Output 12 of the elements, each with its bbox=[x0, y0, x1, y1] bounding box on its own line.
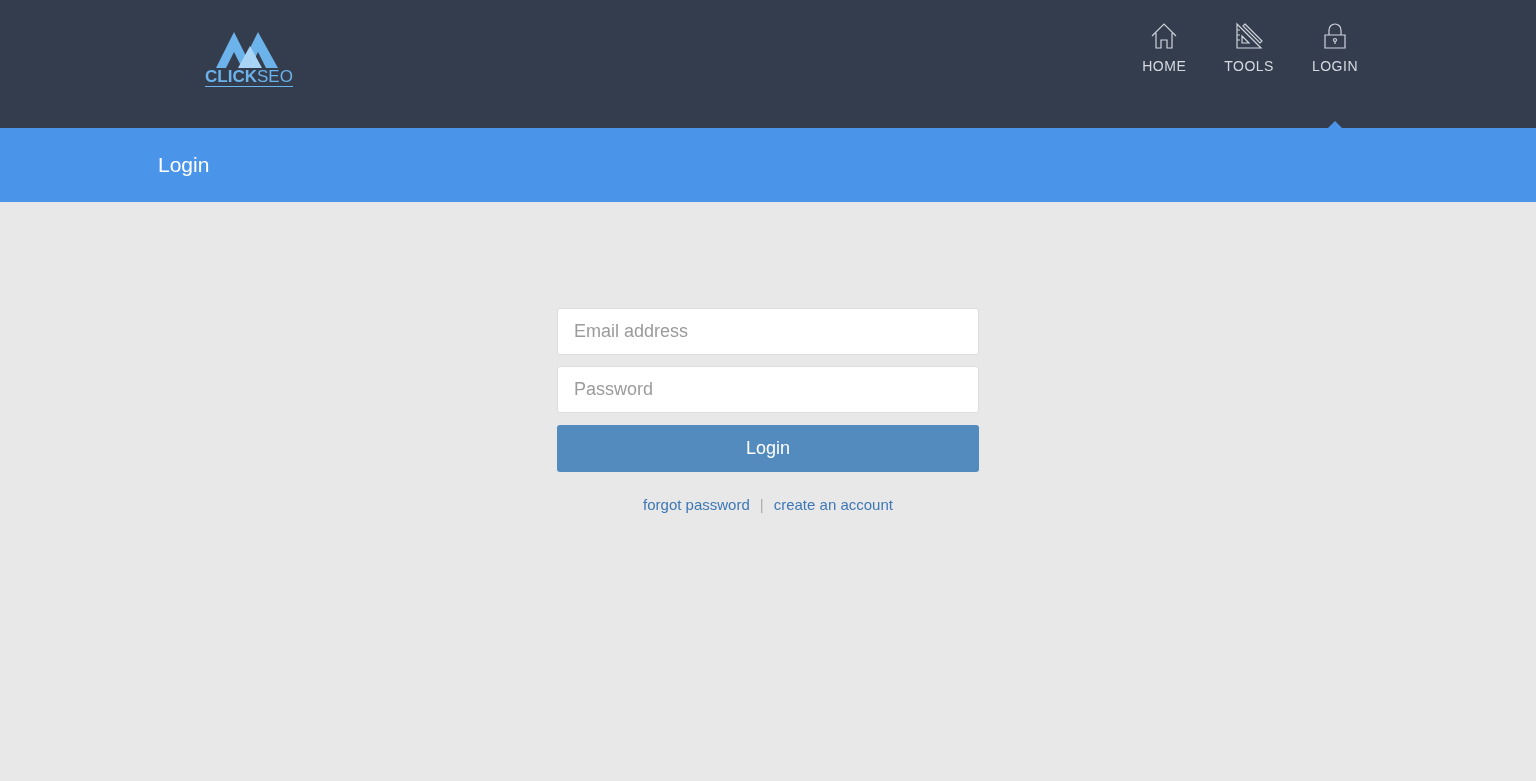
nav-link[interactable]: HOME bbox=[1140, 22, 1189, 128]
page-title: Login bbox=[158, 153, 210, 177]
logo-text: CLICKSEO bbox=[205, 68, 293, 87]
email-field[interactable]: Email address bbox=[557, 308, 979, 355]
home-icon bbox=[1150, 22, 1179, 50]
ruler-triangle-icon bbox=[1235, 22, 1264, 50]
forgot-password-link[interactable]: forgot password bbox=[643, 496, 750, 513]
nav-link[interactable]: TOOLS bbox=[1222, 22, 1276, 128]
login-button[interactable]: Login bbox=[557, 425, 979, 472]
separator: | bbox=[759, 496, 764, 513]
password-field[interactable]: Password bbox=[557, 366, 979, 413]
create-account-link[interactable]: create an account bbox=[773, 496, 893, 513]
